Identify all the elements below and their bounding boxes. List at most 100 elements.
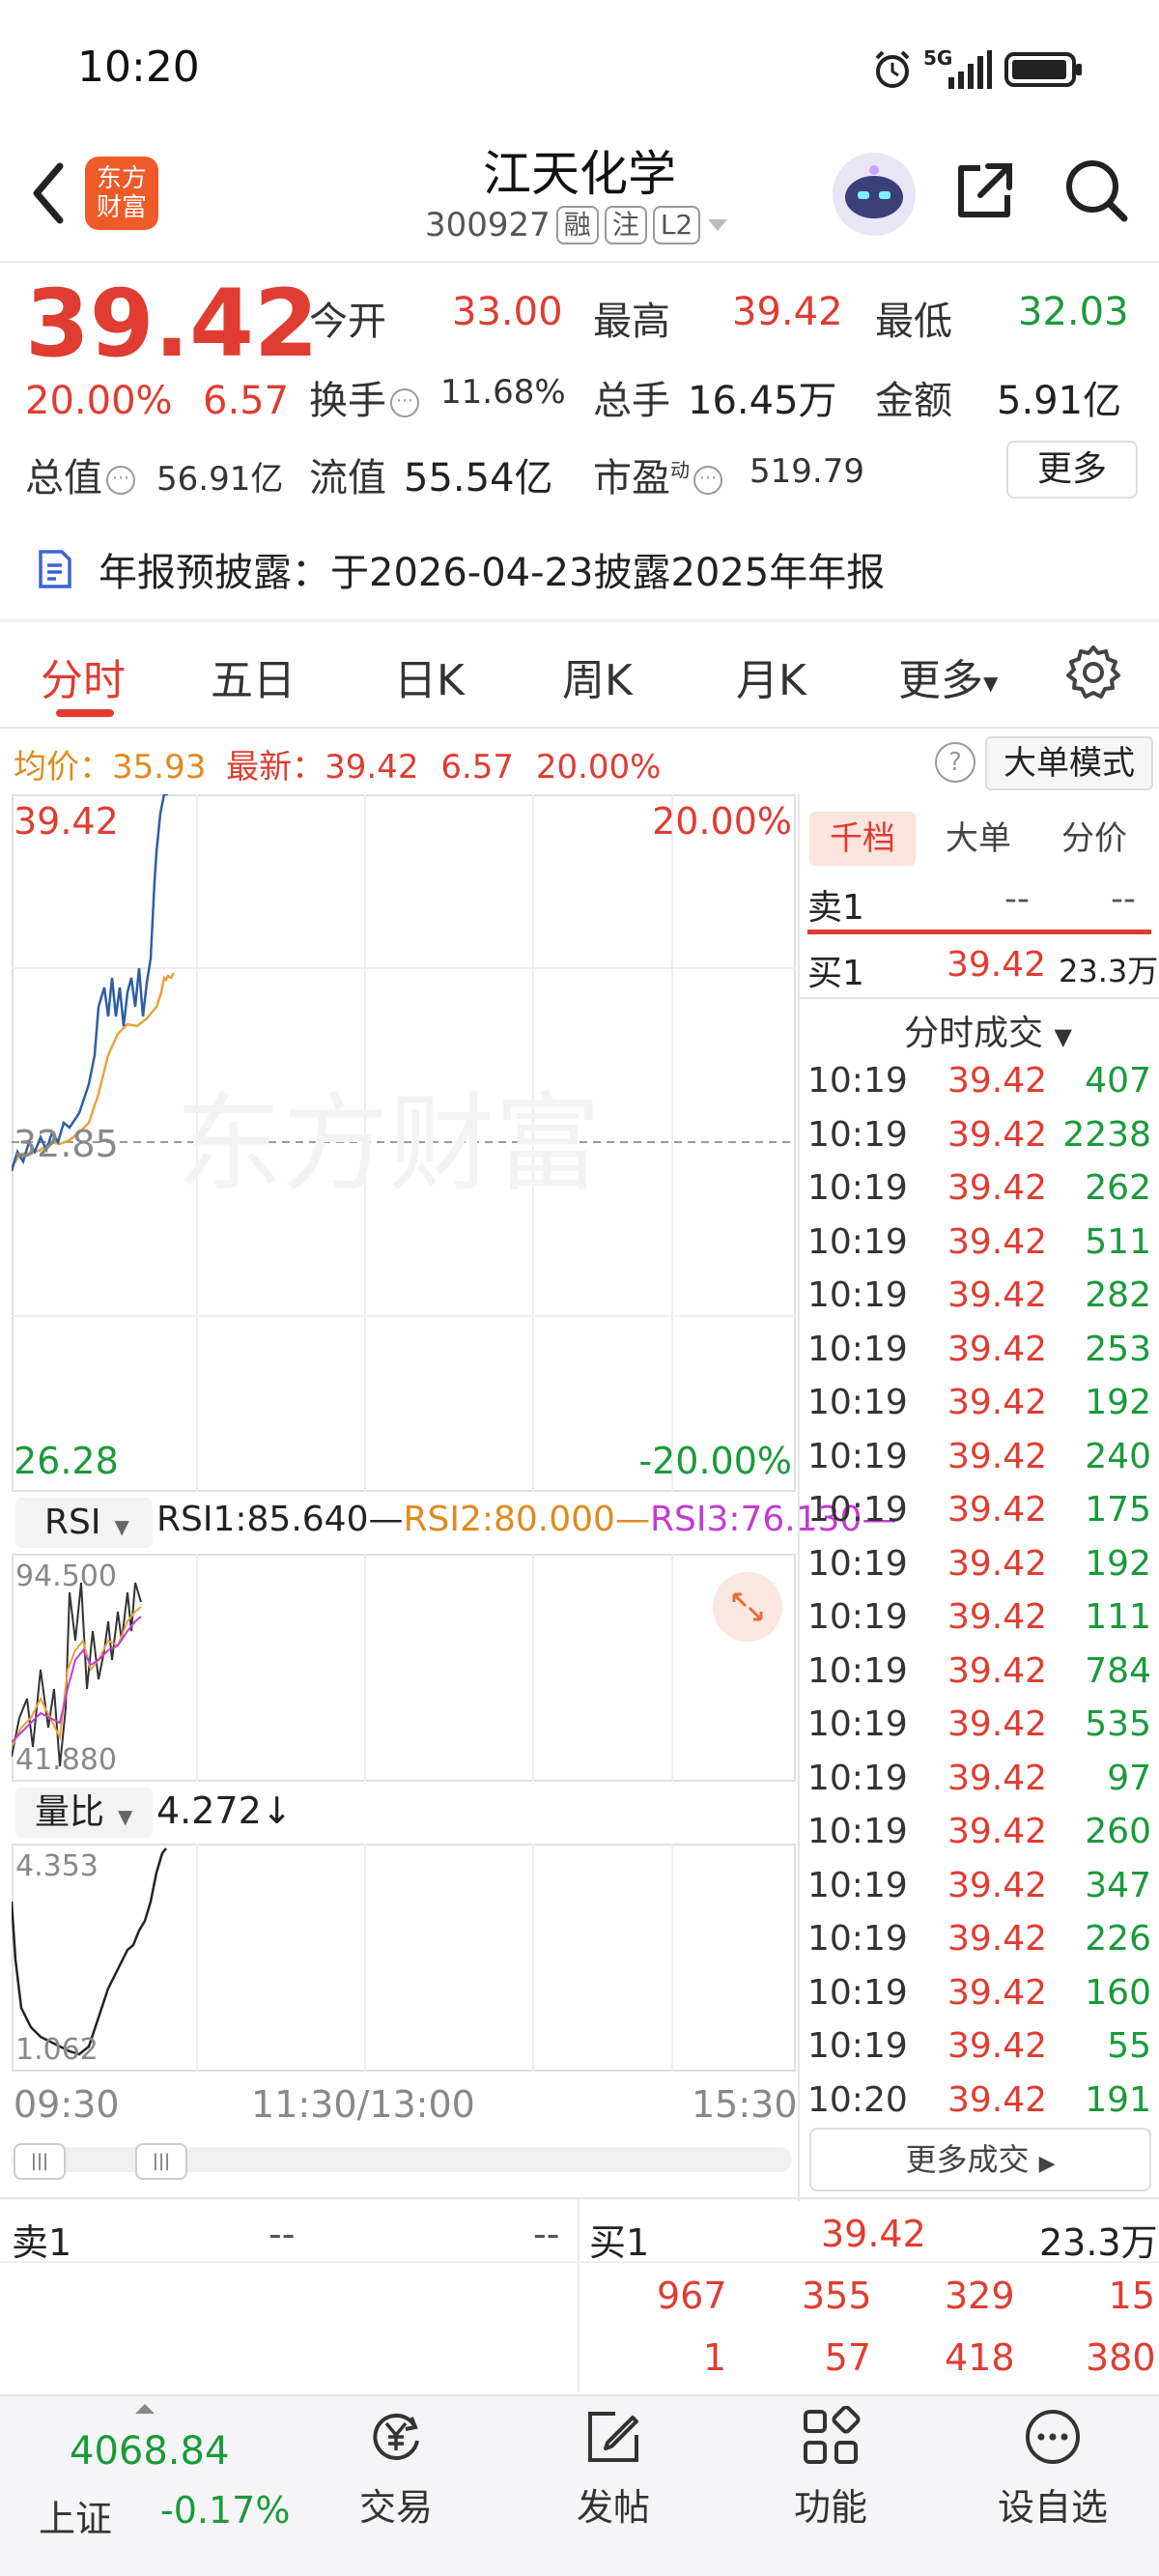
rsi-selector[interactable]: RSI ▼ <box>15 1498 153 1548</box>
time-range-slider[interactable] <box>12 2147 792 2172</box>
trade-time: 10:19 <box>807 1490 908 1530</box>
more-quote-button[interactable]: 更多 <box>1006 441 1138 499</box>
volume-ratio-chart[interactable] <box>12 1844 796 2072</box>
latest-change-pct: 20.00% <box>535 748 662 787</box>
intraday-chart[interactable]: 东方财富 <box>12 794 796 1492</box>
amount-label: 金额 <box>875 379 952 423</box>
nav-trade[interactable]: 交易 <box>319 2406 473 2531</box>
tab-monthly-k[interactable]: 月K <box>736 645 806 707</box>
search-icon[interactable] <box>1062 157 1130 224</box>
battery-icon <box>1004 52 1082 87</box>
info-icon[interactable]: ⋯ <box>693 466 722 495</box>
trade-volume: 511 <box>1085 1221 1151 1262</box>
trade-price: 39.42 <box>947 1865 1048 1905</box>
trade-price: 39.42 <box>947 1543 1048 1584</box>
trade-volume: 160 <box>1085 1972 1151 2013</box>
document-icon <box>39 550 71 588</box>
tab-intraday[interactable]: 分时 <box>41 645 126 707</box>
slider-right-handle[interactable]: ||| <box>135 2143 187 2180</box>
volume-value: 16.45万 <box>688 379 837 423</box>
dropdown-triangle-icon[interactable] <box>706 215 729 235</box>
dropdown-triangle-icon: ▼ <box>114 1515 129 1538</box>
tab-thousand-level[interactable]: 千档 <box>809 812 916 866</box>
trade-time: 10:19 <box>807 1436 908 1476</box>
chevron-right-icon: ▶ <box>1038 2152 1056 2176</box>
panel-divider <box>798 794 800 2201</box>
nav-functions[interactable]: 功能 <box>753 2406 908 2531</box>
trades-title-text: 分时成交 <box>904 1014 1044 1053</box>
trade-time: 10:19 <box>807 1758 908 1798</box>
trade-volume: 784 <box>1085 1650 1151 1691</box>
section-divider <box>0 618 1159 622</box>
trade-row: 10:19 39.42 2238 <box>807 1115 1155 1168</box>
gear-icon[interactable] <box>1064 644 1122 701</box>
trade-volume: 111 <box>1085 1597 1151 1637</box>
rsi-min: 41.880 <box>15 1743 117 1777</box>
volume-ratio-selector[interactable]: 量比 ▼ <box>15 1788 153 1838</box>
trade-row: 10:19 39.42 347 <box>807 1866 1155 1919</box>
share-icon[interactable] <box>951 157 1019 224</box>
y-axis-top-pct: 20.00% <box>652 800 792 843</box>
tab-big-orders[interactable]: 大单 <box>925 812 1032 866</box>
tag-level2: L2 <box>652 206 701 244</box>
rp-sell1-volume: -- <box>1111 879 1136 919</box>
tag-margin: 融 <box>555 206 599 244</box>
trade-volume: 535 <box>1085 1704 1151 1744</box>
rsi-chart[interactable] <box>12 1554 796 1782</box>
trade-row: 10:19 39.42 282 <box>807 1275 1155 1329</box>
trade-volume: 97 <box>1107 1758 1151 1798</box>
trade-price: 39.42 <box>947 1597 1048 1637</box>
back-arrow-icon[interactable] <box>19 155 77 232</box>
queue-order: 418 <box>945 2336 1015 2379</box>
active-tab-indicator <box>56 709 114 717</box>
volume-ratio-value: 4.272↓ <box>156 1789 293 1832</box>
rp-buy1-price: 39.42 <box>947 945 1047 985</box>
trade-price: 39.42 <box>947 1383 1048 1422</box>
bid-ask-separator <box>807 930 1151 934</box>
slider-left-handle[interactable]: ||| <box>14 2143 66 2180</box>
tab-weekly-k[interactable]: 周K <box>562 645 633 707</box>
trade-volume: 192 <box>1085 1543 1151 1584</box>
latest-price-label: 最新： <box>226 748 325 787</box>
trade-volume: 175 <box>1085 1490 1151 1530</box>
logo-text-line2: 财富 <box>96 193 147 222</box>
tab-five-day[interactable]: 五日 <box>211 645 296 707</box>
ai-assistant-icon[interactable] <box>833 153 916 236</box>
turnover-label-text: 换手 <box>309 379 386 423</box>
nav-add-watchlist[interactable]: 设自选 <box>975 2406 1130 2531</box>
queue-order: 329 <box>945 2275 1015 2317</box>
nav-post[interactable]: 发帖 <box>536 2406 691 2531</box>
current-price: 39.42 <box>25 270 319 378</box>
low-value: 32.03 <box>1018 290 1129 334</box>
big-order-mode-button[interactable]: 大单模式 <box>985 736 1153 790</box>
turnover-label: 换手 ⋯ <box>309 369 423 425</box>
high-label: 最高 <box>593 300 670 344</box>
pe-dynamic-sup: 动 <box>670 458 690 482</box>
trade-volume: 260 <box>1085 1812 1151 1851</box>
change-amount: 6.57 <box>203 379 290 423</box>
trade-price: 39.42 <box>947 1061 1048 1101</box>
open-label: 今开 <box>309 300 386 344</box>
info-icon[interactable]: ⋯ <box>106 466 135 495</box>
y-axis-prev-close: 32.85 <box>14 1123 119 1165</box>
trades-title[interactable]: 分时成交 ▼ <box>904 1005 1072 1055</box>
tab-daily-k[interactable]: 日K <box>394 645 465 707</box>
rsi1-value: RSI1:85.640 <box>156 1500 369 1539</box>
more-trades-button[interactable]: 更多成交 ▶ <box>809 2128 1151 2191</box>
rsi2-line-sample: — <box>614 1500 650 1539</box>
tab-more[interactable]: 更多▼ <box>898 645 998 707</box>
queue-order: 1 <box>702 2336 726 2379</box>
annual-report-notice[interactable]: 年报预披露：于2026-04-23披露2025年年报 <box>33 541 885 597</box>
trade-volume: 2238 <box>1062 1114 1151 1155</box>
rsi2-value: RSI2:80.000 <box>403 1500 615 1539</box>
tab-price-distribution[interactable]: 分价 <box>1041 812 1147 866</box>
queue-order: 967 <box>657 2275 727 2317</box>
info-icon[interactable]: ⋯ <box>390 388 419 417</box>
index-ticker[interactable]: 4068.84 上证 -0.17% <box>0 2396 290 2570</box>
help-icon[interactable]: ? <box>935 742 975 783</box>
ob-sell1-price: -- <box>269 2213 296 2255</box>
trade-volume: 226 <box>1085 1919 1151 1959</box>
avg-price-label: 均价： <box>14 748 112 787</box>
dropdown-triangle-icon: ▼ <box>118 1805 133 1828</box>
trade-price: 39.42 <box>947 2026 1048 2066</box>
